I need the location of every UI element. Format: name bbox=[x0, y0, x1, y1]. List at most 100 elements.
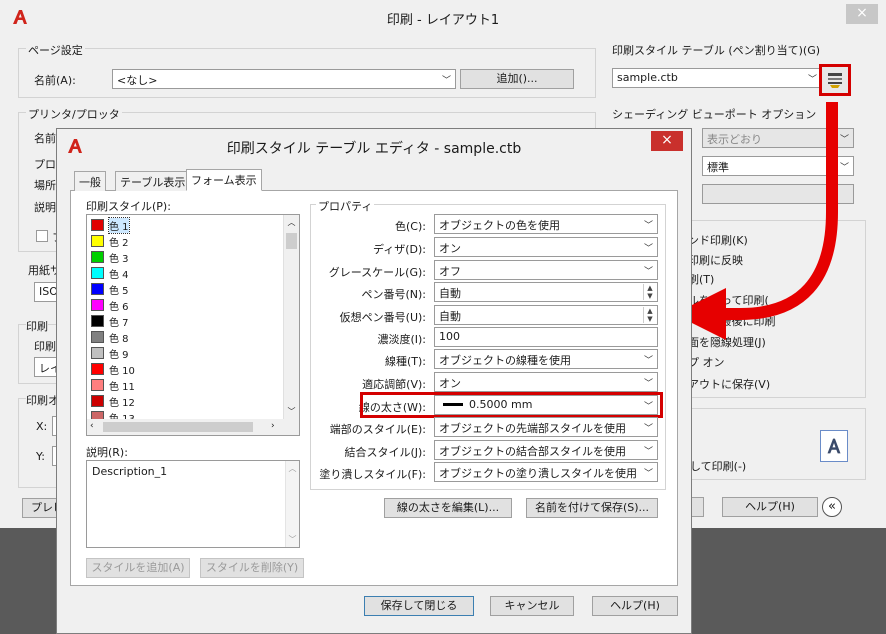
color-swatch bbox=[91, 363, 104, 375]
save-and-close-button[interactable]: 保存して閉じる bbox=[364, 596, 474, 616]
style-name: 色 8 bbox=[109, 334, 129, 345]
print-dialog-close-button[interactable]: × bbox=[846, 4, 878, 24]
plot-style-table-select[interactable]: sample.ctb ﹀ bbox=[612, 68, 822, 88]
property-label: グレースケール(G): bbox=[328, 266, 426, 279]
property-spinner[interactable]: 自動 ▲ ▼ bbox=[434, 282, 658, 302]
plot-styles-list[interactable]: 色 1色 2色 3色 4色 5色 6色 7色 8色 9色 10色 11色 12色… bbox=[86, 214, 300, 436]
printer-group-label: プリンタ/プロッタ bbox=[26, 106, 122, 122]
property-value: オブジェクトの先端部スタイルを使用 bbox=[439, 422, 626, 435]
spinner-arrows-icon[interactable]: ▲ ▼ bbox=[643, 284, 656, 300]
scroll-up-icon[interactable]: ︿ bbox=[284, 215, 299, 228]
style-name: 色 11 bbox=[109, 382, 135, 393]
tab-general[interactable]: 一般 bbox=[74, 171, 106, 191]
orientation-page-icon bbox=[820, 430, 848, 462]
collapse-options-icon[interactable]: « bbox=[822, 497, 842, 517]
plot-option[interactable]: プ オン bbox=[688, 354, 725, 370]
property-label: 線の太さ(W): bbox=[358, 401, 426, 414]
printer-checkbox[interactable] bbox=[36, 230, 48, 242]
property-select[interactable]: オブジェクトの先端部スタイルを使用 ﹀ bbox=[434, 417, 658, 437]
page-setup-name-label: 名前(A): bbox=[34, 74, 76, 87]
printer-row-label: プロ bbox=[34, 158, 56, 171]
style-name: 色 7 bbox=[109, 318, 129, 329]
tab-table-view[interactable]: テーブル表示 bbox=[115, 171, 191, 191]
style-list-item[interactable]: 色 7 bbox=[89, 313, 279, 329]
delete-style-button[interactable]: スタイルを削除(Y) bbox=[200, 558, 304, 578]
color-swatch bbox=[91, 379, 104, 391]
scroll-thumb[interactable] bbox=[286, 233, 297, 249]
property-value: 100 bbox=[439, 330, 460, 343]
style-list-item[interactable]: 色 11 bbox=[89, 377, 279, 393]
property-label: 濃淡度(I): bbox=[377, 333, 426, 346]
property-value: 自動 bbox=[439, 287, 461, 300]
editor-titlebar: 印刷スタイル テーブル エディタ - sample.ctb × bbox=[57, 129, 691, 163]
printer-row-label: 場所 bbox=[34, 179, 56, 192]
plot-style-table-value: sample.ctb bbox=[617, 71, 678, 84]
plot-option[interactable]: アウトに保存(V) bbox=[688, 376, 770, 392]
property-select[interactable]: オブジェクトの線種を使用 ﹀ bbox=[434, 349, 658, 369]
properties-label: プロパティ bbox=[316, 198, 375, 214]
property-value: オブジェクトの色を使用 bbox=[439, 219, 560, 232]
print-area-label: 印刷 bbox=[26, 318, 48, 334]
save-as-button[interactable]: 名前を付けて保存(S)... bbox=[526, 498, 658, 518]
scroll-down-icon[interactable]: ﹀ bbox=[286, 534, 299, 545]
editor-close-button[interactable]: × bbox=[651, 131, 683, 151]
property-label: 結合スタイル(J): bbox=[344, 446, 426, 459]
property-label: 端部のスタイル(E): bbox=[329, 423, 426, 436]
style-list-item[interactable]: 色 5 bbox=[89, 281, 279, 297]
print-dialog-titlebar: 印刷 - レイアウト1 × bbox=[0, 0, 886, 34]
offset-x-label: X: bbox=[36, 420, 48, 433]
style-list-item[interactable]: 色 9 bbox=[89, 345, 279, 361]
chevron-down-icon: ﹀ bbox=[807, 75, 817, 85]
property-select[interactable]: オブジェクトの塗り潰しスタイルを使用 ﹀ bbox=[434, 462, 658, 482]
scroll-right-icon[interactable]: › bbox=[271, 421, 275, 431]
page-setup-group-label: ページ設定 bbox=[26, 42, 85, 58]
description-scrollbar[interactable]: ︿ ﹀ bbox=[285, 461, 299, 547]
cancel-button[interactable]: キャンセル bbox=[490, 596, 574, 616]
chevron-down-icon: ﹀ bbox=[643, 221, 653, 231]
property-select[interactable]: オフ ﹀ bbox=[434, 260, 658, 280]
spinner-arrows-icon[interactable]: ▲ ▼ bbox=[643, 307, 656, 323]
style-list-item[interactable]: 色 12 bbox=[89, 393, 279, 409]
scroll-thumb[interactable] bbox=[103, 422, 253, 432]
editor-help-button[interactable]: ヘルプ(H) bbox=[592, 596, 678, 616]
style-list-item[interactable]: 色 2 bbox=[89, 233, 279, 249]
add-style-button[interactable]: スタイルを追加(A) bbox=[86, 558, 190, 578]
property-spinner[interactable]: 自動 ▲ ▼ bbox=[434, 305, 658, 325]
outer-help-button[interactable]: ヘルプ(H) bbox=[722, 497, 818, 517]
style-list-hscrollbar[interactable]: ‹ › bbox=[87, 419, 299, 435]
page-setup-name-select[interactable]: <なし> ﹀ bbox=[112, 69, 456, 89]
property-select[interactable]: オン ﹀ bbox=[434, 372, 658, 392]
color-swatch bbox=[91, 267, 104, 279]
chevron-down-icon: ﹀ bbox=[643, 469, 653, 479]
chevron-down-icon: ﹀ bbox=[643, 267, 653, 277]
style-list-item[interactable]: 色 4 bbox=[89, 265, 279, 281]
style-list-item[interactable]: 色 8 bbox=[89, 329, 279, 345]
page-setup-add-button[interactable]: 追加()... bbox=[460, 69, 574, 89]
editor-title: 印刷スタイル テーブル エディタ - sample.ctb bbox=[226, 141, 522, 157]
property-select[interactable]: オン ﹀ bbox=[434, 237, 658, 257]
edit-lineweights-button[interactable]: 線の太さを編集(L)... bbox=[384, 498, 512, 518]
style-name: 色 1 bbox=[108, 217, 130, 234]
style-list-item[interactable]: 色 1 bbox=[89, 217, 279, 234]
style-list-item[interactable]: 色 3 bbox=[89, 249, 279, 265]
property-select[interactable]: オブジェクトの結合部スタイルを使用 ﹀ bbox=[434, 440, 658, 460]
scroll-down-icon[interactable]: ﹀ bbox=[284, 406, 299, 417]
print-upside-down-label[interactable]: して印刷(-) bbox=[690, 458, 746, 474]
scroll-up-icon[interactable]: ︿ bbox=[286, 461, 299, 474]
description-label: 説明(R): bbox=[86, 446, 128, 459]
style-list-item[interactable]: 色 10 bbox=[89, 361, 279, 377]
tab-form-view[interactable]: フォーム表示 bbox=[186, 169, 262, 191]
scroll-left-icon[interactable]: ‹ bbox=[90, 421, 94, 431]
edit-plot-style-icon bbox=[828, 73, 842, 88]
property-input[interactable]: 100 bbox=[434, 327, 658, 347]
style-list-item[interactable]: 色 6 bbox=[89, 297, 279, 313]
description-textarea[interactable]: Description_1 ︿ ﹀ bbox=[86, 460, 300, 548]
property-value: 0.5000 mm bbox=[469, 398, 533, 411]
chevron-down-icon: ﹀ bbox=[643, 424, 653, 434]
edit-plot-style-button[interactable] bbox=[819, 64, 851, 96]
style-list-vscrollbar[interactable]: ︿ ﹀ bbox=[283, 215, 299, 419]
lineweight-select[interactable]: 0.5000 mm ﹀ bbox=[434, 395, 658, 415]
style-name: 色 6 bbox=[109, 302, 129, 313]
property-select[interactable]: オブジェクトの色を使用 ﹀ bbox=[434, 214, 658, 234]
color-swatch bbox=[91, 315, 104, 327]
